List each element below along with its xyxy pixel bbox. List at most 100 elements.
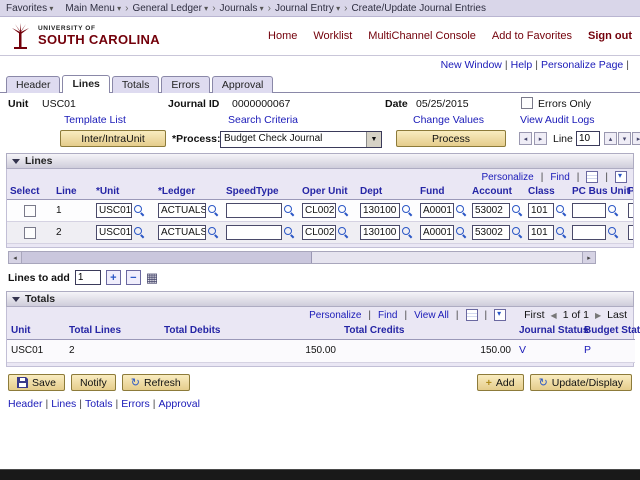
totals-view-all-link[interactable]: View All xyxy=(414,310,449,321)
dept-lookup-icon[interactable] xyxy=(402,205,413,216)
ledger-field[interactable]: ACTUALS xyxy=(158,225,206,240)
notify-button[interactable]: Notify xyxy=(71,374,116,391)
account-lookup-icon[interactable] xyxy=(512,227,523,238)
new-window-link[interactable]: New Window xyxy=(441,59,502,71)
footer-lines-link[interactable]: Lines xyxy=(51,398,76,410)
change-values-link[interactable]: Change Values xyxy=(413,114,484,126)
tab-lines[interactable]: Lines xyxy=(62,75,109,93)
speedtype-lookup-icon[interactable] xyxy=(284,227,295,238)
totals-personalize-link[interactable]: Personalize xyxy=(309,310,361,321)
class-field[interactable]: 101 xyxy=(528,203,554,218)
fund-field[interactable]: A0001 xyxy=(420,203,454,218)
scrollbar-thumb[interactable] xyxy=(22,252,312,263)
ledger-lookup-icon[interactable] xyxy=(208,227,219,238)
fund-lookup-icon[interactable] xyxy=(456,227,467,238)
refresh-button[interactable]: ↻ Refresh xyxy=(122,374,190,391)
line-nav-down-icon[interactable]: ▾ xyxy=(618,132,631,145)
fund-lookup-icon[interactable] xyxy=(456,205,467,216)
tab-errors[interactable]: Errors xyxy=(161,76,210,93)
journal-status-link[interactable]: V xyxy=(519,344,526,356)
home-link[interactable]: Home xyxy=(268,30,297,42)
lines-to-add-input[interactable] xyxy=(75,270,101,285)
multichannel-console-link[interactable]: MultiChannel Console xyxy=(368,30,476,42)
personalize-page-link[interactable]: Personalize Page xyxy=(541,59,623,71)
process-button[interactable]: Process xyxy=(396,130,506,147)
breadcrumb-main-menu[interactable]: Main Menu xyxy=(65,3,121,14)
delete-line-minus-icon[interactable]: − xyxy=(126,270,141,285)
footer-errors-link[interactable]: Errors xyxy=(121,398,150,410)
account-field[interactable]: 53002 xyxy=(472,225,510,240)
row-select-checkbox[interactable] xyxy=(24,205,36,217)
tab-approval[interactable]: Approval xyxy=(212,76,273,93)
page-next-arrow-icon[interactable]: ▶ xyxy=(595,311,601,320)
add-to-favorites-link[interactable]: Add to Favorites xyxy=(492,30,572,42)
lines-personalize-link[interactable]: Personalize xyxy=(481,172,533,183)
speedtype-field[interactable] xyxy=(226,225,282,240)
unit-field[interactable]: USC01 xyxy=(96,203,132,218)
speedtype-field[interactable] xyxy=(226,203,282,218)
totals-section-header[interactable]: Totals xyxy=(6,291,634,307)
project-field[interactable] xyxy=(628,203,633,218)
zoom-grid-icon[interactable] xyxy=(466,309,478,321)
class-lookup-icon[interactable] xyxy=(556,227,567,238)
account-lookup-icon[interactable] xyxy=(512,205,523,216)
project-field[interactable] xyxy=(628,225,633,240)
page-prev-arrow-icon[interactable]: ◀ xyxy=(551,311,557,320)
zoom-grid-icon[interactable] xyxy=(586,171,598,183)
oper-unit-lookup-icon[interactable] xyxy=(338,205,349,216)
unit-lookup-icon[interactable] xyxy=(134,205,145,216)
footer-totals-link[interactable]: Totals xyxy=(85,398,112,410)
sign-out-link[interactable]: Sign out xyxy=(588,30,632,42)
class-field[interactable]: 101 xyxy=(528,225,554,240)
download-icon[interactable] xyxy=(494,309,506,321)
scroll-right-arrow-icon[interactable]: ▸ xyxy=(582,252,595,263)
update-display-button[interactable]: ↻ Update/Display xyxy=(530,374,632,391)
process-dropdown[interactable]: Budget Check Journal ▼ xyxy=(220,131,382,148)
breadcrumb-journal-entry[interactable]: Journal Entry xyxy=(275,3,340,14)
row-select-checkbox[interactable] xyxy=(24,227,36,239)
pagination-first-label[interactable]: First xyxy=(524,309,544,321)
view-audit-logs-link[interactable]: View Audit Logs xyxy=(520,114,595,126)
ledger-field[interactable]: ACTUALS xyxy=(158,203,206,218)
search-criteria-link[interactable]: Search Criteria xyxy=(228,114,298,126)
oper-unit-field[interactable]: CL002 xyxy=(302,203,336,218)
lines-find-link[interactable]: Find xyxy=(550,172,569,183)
lines-horizontal-scrollbar[interactable]: ◂ ▸ xyxy=(8,251,596,264)
pc-bus-unit-field[interactable] xyxy=(572,225,606,240)
dropdown-arrow-icon[interactable]: ▼ xyxy=(366,132,381,147)
line-input[interactable] xyxy=(576,131,600,146)
line-nav-prev-icon[interactable]: ▸ xyxy=(534,132,547,145)
oper-unit-field[interactable]: CL002 xyxy=(302,225,336,240)
oper-unit-lookup-icon[interactable] xyxy=(338,227,349,238)
save-button[interactable]: Save xyxy=(8,374,65,391)
template-list-link[interactable]: Template List xyxy=(64,114,126,126)
totals-find-link[interactable]: Find xyxy=(378,310,397,321)
scrollbar-track[interactable] xyxy=(312,252,582,263)
tab-header[interactable]: Header xyxy=(6,76,60,93)
line-nav-first-icon[interactable]: ◂ xyxy=(519,132,532,145)
footer-header-link[interactable]: Header xyxy=(8,398,42,410)
dept-lookup-icon[interactable] xyxy=(402,227,413,238)
journal-grid-icon[interactable]: ▦ xyxy=(146,271,158,284)
tab-totals[interactable]: Totals xyxy=(112,76,159,93)
dept-field[interactable]: 130100 xyxy=(360,203,400,218)
download-icon[interactable] xyxy=(615,171,627,183)
class-lookup-icon[interactable] xyxy=(556,205,567,216)
scroll-left-arrow-icon[interactable]: ◂ xyxy=(9,252,22,263)
help-link[interactable]: Help xyxy=(511,59,533,71)
pc-bus-unit-field[interactable] xyxy=(572,203,606,218)
inter-intraunit-button[interactable]: Inter/IntraUnit xyxy=(60,130,166,147)
favorites-menu[interactable]: Favorites xyxy=(6,3,53,14)
line-nav-last-icon[interactable]: ▸ xyxy=(632,132,640,145)
speedtype-lookup-icon[interactable] xyxy=(284,205,295,216)
line-nav-up-icon[interactable]: ▴ xyxy=(604,132,617,145)
dept-field[interactable]: 130100 xyxy=(360,225,400,240)
worklist-link[interactable]: Worklist xyxy=(313,30,352,42)
unit-lookup-icon[interactable] xyxy=(134,227,145,238)
footer-approval-link[interactable]: Approval xyxy=(159,398,200,410)
errors-only-checkbox[interactable] xyxy=(521,97,533,109)
collapse-triangle-icon[interactable] xyxy=(12,159,20,164)
add-button[interactable]: + Add xyxy=(477,374,524,391)
account-field[interactable]: 53002 xyxy=(472,203,510,218)
unit-field[interactable]: USC01 xyxy=(96,225,132,240)
